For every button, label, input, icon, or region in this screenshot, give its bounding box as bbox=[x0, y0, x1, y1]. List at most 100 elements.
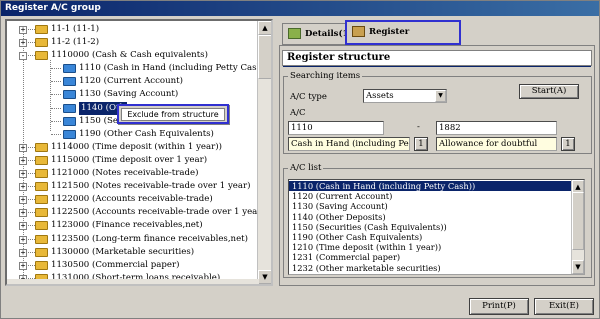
tree-item[interactable]: +11-2 (11-2) bbox=[7, 36, 259, 49]
scroll-down-arrow-icon[interactable]: ▼ bbox=[258, 270, 271, 284]
tree-connector-line bbox=[51, 107, 61, 109]
ac-from-lookup-button[interactable]: 1 bbox=[414, 137, 428, 151]
ac-type-select[interactable]: Assets ▼ bbox=[363, 89, 447, 103]
tree-item[interactable]: 1130 (Saving Account) bbox=[7, 88, 259, 101]
expand-icon[interactable]: + bbox=[19, 248, 27, 257]
tree-item-label: 11-1 (11-1) bbox=[51, 24, 100, 34]
tree-item[interactable]: - 1110000 (Cash & Cash equivalents) bbox=[7, 49, 259, 62]
list-item[interactable]: 1120 (Current Account) bbox=[289, 191, 571, 201]
tree-connector-line bbox=[28, 186, 35, 188]
list-item[interactable]: 1190 (Other Cash Equivalents) bbox=[289, 232, 571, 242]
tree-item[interactable]: +1114000 (Time deposit (within 1 year)) bbox=[7, 141, 259, 154]
tab-details[interactable]: Details(1) bbox=[282, 23, 352, 45]
folder-icon bbox=[35, 195, 48, 205]
tree-item[interactable]: 1120 (Current Account) bbox=[7, 75, 259, 88]
ac-type-value: Assets bbox=[366, 91, 394, 101]
tree-connector-line bbox=[28, 238, 35, 240]
searching-items-group: Searching items A/C type Assets ▼ Start(… bbox=[283, 71, 592, 154]
tree-rows: +11-1 (11-1) +11-2 (11-2) -1110000 (Cash &… bbox=[7, 23, 269, 284]
panel-title: Register structure bbox=[282, 50, 592, 67]
folder-icon bbox=[35, 142, 48, 152]
tree-item[interactable]: +1123000 (Finance receivables,net) bbox=[7, 219, 259, 232]
expand-icon[interactable]: + bbox=[19, 235, 27, 244]
folder-icon bbox=[35, 38, 48, 48]
list-item[interactable]: 1140 (Other Deposits) bbox=[289, 212, 571, 222]
folder-icon bbox=[63, 129, 76, 139]
tree-item-label: 1120 (Current Account) bbox=[79, 76, 183, 87]
scroll-down-arrow-icon[interactable]: ▼ bbox=[572, 260, 584, 274]
tree-item[interactable]: +1115000 (Time deposit over 1 year) bbox=[7, 154, 259, 167]
tree-connector-line bbox=[28, 173, 35, 175]
tree-connector-line bbox=[28, 264, 35, 266]
exit-button[interactable]: Exit(E) bbox=[534, 298, 594, 315]
folder-icon bbox=[63, 64, 76, 74]
tree-item-label: 1190 (Other Cash Equivalents) bbox=[79, 128, 214, 139]
folder-icon bbox=[35, 260, 48, 270]
tab-register-structure[interactable]: Register structure(2) bbox=[345, 20, 461, 57]
tree-item-label: 1114000 (Time deposit (within 1 year)) bbox=[51, 141, 222, 152]
list-item[interactable]: 1232 (Other marketable securities) bbox=[289, 263, 571, 273]
folder-icon bbox=[63, 116, 76, 126]
tree-item[interactable]: +1121000 (Notes receivable-trade) bbox=[7, 167, 259, 180]
tree-connector-line bbox=[28, 251, 35, 253]
list-item[interactable]: 1110 (Cash in Hand (including Petty Cash… bbox=[289, 181, 571, 192]
folder-icon bbox=[63, 103, 76, 113]
tree-item[interactable]: +1130500 (Commercial paper) bbox=[7, 259, 259, 272]
folder-icon bbox=[63, 77, 76, 87]
ac-list-rows: 1110 (Cash in Hand (including Petty Cash… bbox=[289, 181, 571, 273]
tree-item[interactable]: +1121500 (Notes receivable-trade over 1 … bbox=[7, 180, 259, 193]
list-item[interactable]: 1150 (Securities (Cash Equivalents)) bbox=[289, 222, 571, 232]
collapse-icon[interactable]: - bbox=[19, 52, 27, 61]
expand-icon[interactable]: + bbox=[19, 222, 27, 231]
expand-icon[interactable]: + bbox=[19, 26, 27, 34]
ac-to-lookup-button[interactable]: 1 bbox=[561, 137, 575, 151]
list-item[interactable]: 1130 (Saving Account) bbox=[289, 201, 571, 211]
tree-item[interactable]: +11-1 (11-1) bbox=[7, 23, 259, 36]
folder-icon bbox=[35, 169, 48, 179]
tree-item[interactable]: +1122500 (Accounts receivable-trade over… bbox=[7, 206, 265, 219]
scroll-thumb[interactable] bbox=[572, 192, 584, 250]
tree-item-label: 1121500 (Notes receivable-trade over 1 y… bbox=[51, 181, 251, 192]
scroll-thumb[interactable] bbox=[258, 35, 271, 79]
print-button[interactable]: Print(P) bbox=[469, 298, 529, 315]
tree-item[interactable]: +1130000 (Marketable securities) bbox=[7, 246, 259, 259]
expand-icon[interactable]: + bbox=[19, 170, 27, 179]
expand-icon[interactable]: + bbox=[19, 183, 27, 192]
expand-icon[interactable]: + bbox=[19, 143, 27, 152]
tree-connector-line bbox=[28, 55, 35, 57]
expand-icon[interactable]: + bbox=[19, 156, 27, 165]
exclude-from-structure-menu-item[interactable]: Exclude from structure bbox=[121, 108, 225, 121]
tree-horizontal-scrollbar[interactable] bbox=[7, 279, 259, 284]
tree-item[interactable]: +1123500 (Long-term finance receivables,… bbox=[7, 233, 259, 246]
expand-icon[interactable]: + bbox=[19, 209, 27, 218]
tree-item[interactable]: 1190 (Other Cash Equivalents) bbox=[7, 128, 259, 141]
expand-icon[interactable]: + bbox=[19, 39, 27, 48]
ac-list-scrollbar[interactable]: ▲ ▼ bbox=[571, 180, 584, 274]
ac-from-input[interactable]: 1110 bbox=[288, 121, 384, 135]
ac-from-name: Cash in Hand (including Petty bbox=[288, 137, 410, 151]
folder-icon bbox=[35, 208, 48, 218]
tree-item-label: 1121000 (Notes receivable-trade) bbox=[51, 168, 199, 179]
tree-item[interactable]: +1122000 (Accounts receivable-trade) bbox=[7, 193, 259, 206]
ac-list-title: A/C list bbox=[288, 163, 324, 173]
chevron-down-icon[interactable]: ▼ bbox=[435, 90, 446, 102]
tree-connector-line bbox=[28, 212, 35, 214]
tree-item-label: 1122000 (Accounts receivable-trade) bbox=[51, 194, 213, 205]
list-item[interactable]: 1231 (Commercial paper) bbox=[289, 252, 571, 262]
tree-vertical-scrollbar[interactable]: ▲ ▼ bbox=[257, 21, 271, 284]
folder-icon bbox=[35, 234, 48, 244]
tree-item-label: 1123500 (Long-term finance receivables,n… bbox=[51, 233, 248, 244]
start-button[interactable]: Start(A) bbox=[519, 84, 579, 99]
expand-icon[interactable]: + bbox=[19, 261, 27, 270]
list-item[interactable]: 1210 (Time deposit (within 1 year)) bbox=[289, 242, 571, 252]
folder-icon bbox=[35, 51, 48, 61]
ac-list[interactable]: 1110 (Cash in Hand (including Petty Cash… bbox=[288, 179, 585, 275]
expand-icon[interactable]: + bbox=[19, 196, 27, 205]
scroll-up-arrow-icon[interactable]: ▲ bbox=[258, 21, 271, 35]
ac-to-input[interactable]: 1882 bbox=[436, 121, 557, 135]
folder-icon bbox=[35, 247, 48, 257]
folder-icon bbox=[35, 182, 48, 192]
account-tree[interactable]: +11-1 (11-1) +11-2 (11-2) -1110000 (Cash &… bbox=[5, 19, 273, 286]
tree-item[interactable]: 1110 (Cash in Hand (including Petty Cash… bbox=[7, 62, 269, 75]
tree-connector-line bbox=[28, 225, 35, 227]
